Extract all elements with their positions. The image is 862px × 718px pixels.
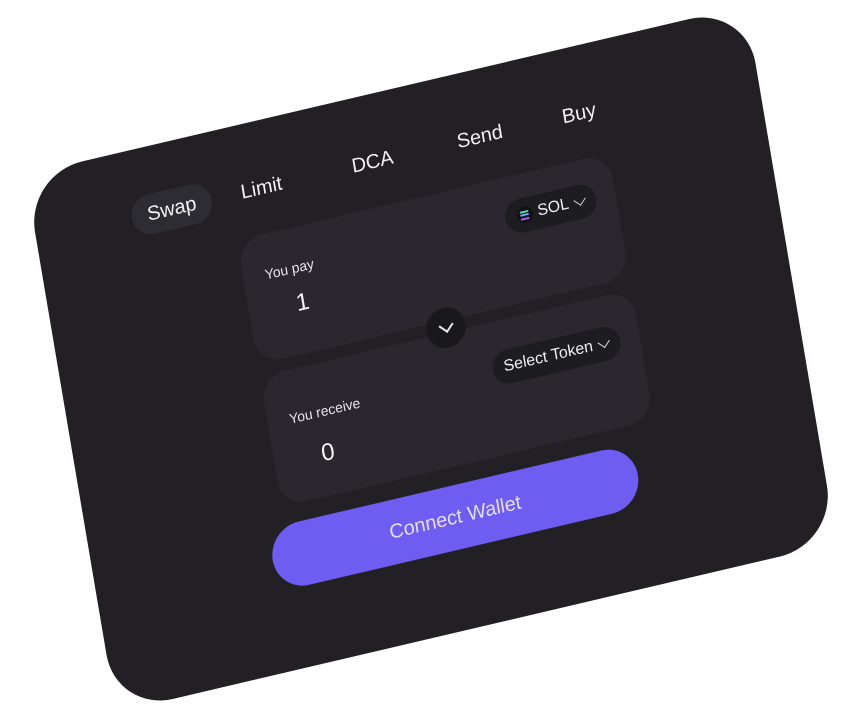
tab-swap[interactable]: Swap: [128, 180, 216, 239]
tab-buy[interactable]: Buy: [559, 90, 599, 137]
chevron-down-icon: [573, 192, 586, 206]
stage: Swap Limit DCA Send Buy You pay 1 SOL Yo…: [0, 0, 862, 718]
pay-token-label: SOL: [536, 195, 571, 220]
tab-dca[interactable]: DCA: [349, 138, 397, 187]
receive-token-label: Select Token: [502, 337, 595, 376]
tab-bar: Swap Limit DCA Send Buy: [128, 99, 598, 240]
tab-limit[interactable]: Limit: [238, 164, 286, 213]
receive-token-selector[interactable]: Select Token: [489, 323, 623, 388]
swap-widget-card: Swap Limit DCA Send Buy You pay 1 SOL Yo…: [25, 5, 837, 713]
tab-send[interactable]: Send: [454, 112, 506, 162]
chevron-down-icon: [437, 317, 454, 333]
solana-logo-icon: [515, 204, 535, 225]
chevron-down-icon: [597, 334, 610, 348]
receive-amount: 0: [319, 437, 337, 468]
pay-token-selector[interactable]: SOL: [502, 181, 599, 237]
pay-amount-input[interactable]: 1: [294, 287, 312, 318]
receive-label: You receive: [287, 394, 362, 427]
swap-widget-content: Swap Limit DCA Send Buy You pay 1 SOL Yo…: [25, 6, 836, 712]
pay-label: You pay: [263, 255, 316, 283]
